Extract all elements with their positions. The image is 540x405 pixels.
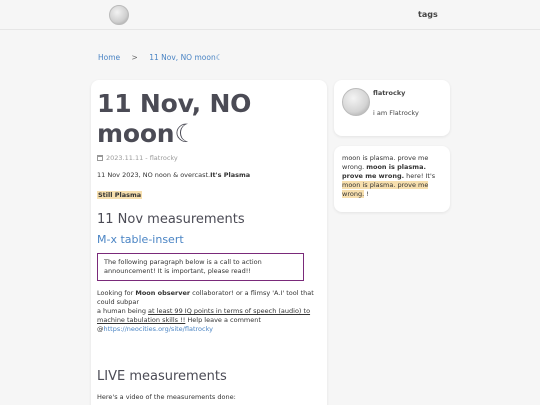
highlight-badge: Still Plasma	[97, 191, 143, 199]
para-text-3: a human being	[97, 307, 149, 315]
moon-logo-icon[interactable]	[109, 5, 129, 25]
page-title: 11 Nov, NO moon☾	[97, 89, 252, 148]
nav-tags-link[interactable]: tags	[418, 10, 438, 19]
video-intro: Here's a video of the measurements done:	[97, 393, 236, 401]
table-insert-link[interactable]: M-x table-insert	[97, 233, 321, 246]
lead-bold-text: It's Plasma	[210, 171, 251, 179]
breadcrumb-current-link[interactable]: 11 Nov, NO moon☾	[149, 53, 222, 62]
breadcrumb-home-link[interactable]: Home	[98, 53, 120, 62]
avatar[interactable]	[342, 88, 370, 116]
heading-live: LIVE measurements	[97, 369, 227, 384]
note-text-3: !	[364, 190, 369, 198]
lead-paragraph: 11 Nov 2023, NO noon & overcast.It's Pla…	[97, 171, 321, 180]
breadcrumb-separator: >	[131, 53, 138, 62]
note-highlight: moon is plasma. prove me wrong.	[342, 181, 429, 198]
lead-text: 11 Nov 2023, NO noon & overcast.	[97, 171, 211, 179]
para-bold: Moon observer	[135, 289, 191, 297]
callout-box: The following paragraph below is a call …	[97, 253, 304, 281]
post-meta: 2023.11.11 - flatrocky	[97, 154, 321, 162]
neocities-link[interactable]: https://neocities.org/site/flatrocky	[104, 325, 213, 333]
post-card: 11 Nov, NO moon☾ 2023.11.11 - flatrocky …	[91, 80, 327, 405]
body-paragraph: Looking for Moon observer collaborator! …	[97, 289, 321, 334]
note-card: moon is plasma. prove me wrong. moon is …	[334, 146, 450, 212]
para-text-1: Looking for	[97, 289, 136, 297]
profile-bio: i am Flatrocky	[373, 109, 419, 117]
breadcrumb: Home > 11 Nov, NO moon☾	[98, 53, 222, 62]
top-navbar: tags	[0, 0, 540, 30]
heading-measurements: 11 Nov measurements	[97, 212, 245, 227]
profile-name[interactable]: flatrocky	[373, 89, 405, 97]
post-date: 2023.11.11 - flatrocky	[106, 154, 178, 162]
note-text-2: here! It's	[404, 172, 436, 180]
profile-card: flatrocky i am Flatrocky	[334, 80, 450, 136]
calendar-icon	[97, 155, 103, 161]
